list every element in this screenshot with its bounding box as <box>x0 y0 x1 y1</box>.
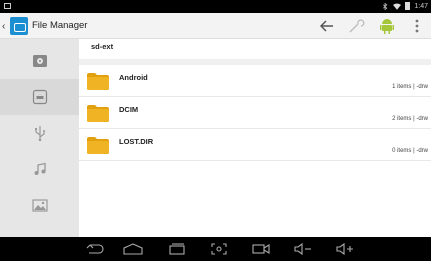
notification-icon <box>4 3 11 9</box>
file-name: DCIM <box>119 105 139 114</box>
settings-wrench-icon[interactable] <box>349 18 365 34</box>
sidebar-item-images[interactable] <box>0 187 79 223</box>
file-row[interactable]: Android 1 items | -drw <box>79 65 431 97</box>
folder-icon <box>87 73 109 90</box>
file-row[interactable]: DCIM 2 items | -drw <box>79 97 431 129</box>
file-list-panel: sd-ext Android 1 items | -drw DCIM 2 ite… <box>79 39 431 237</box>
sidebar-item-usb[interactable] <box>0 115 79 151</box>
app-title: File Manager <box>32 20 88 31</box>
hard-drive-icon <box>32 55 47 67</box>
sidebar-item-sd-card[interactable] <box>0 79 79 115</box>
file-info: 0 items | -drw <box>392 148 428 154</box>
current-path: sd-ext <box>91 42 114 51</box>
status-time: 1:47 <box>414 2 428 10</box>
overflow-menu-icon[interactable] <box>409 18 425 34</box>
sidebar-item-internal-storage[interactable] <box>0 43 79 79</box>
status-bar: 1:47 <box>0 0 431 13</box>
folder-icon <box>87 105 109 122</box>
storage-sidebar <box>0 39 79 237</box>
system-nav-bar <box>0 237 431 261</box>
file-name: Android <box>119 73 148 82</box>
recents-icon[interactable] <box>166 241 188 257</box>
action-bar: ‹ File Manager <box>0 13 431 39</box>
android-icon[interactable] <box>379 18 395 34</box>
usb-icon <box>34 126 45 141</box>
screenshot-icon[interactable] <box>208 241 230 257</box>
file-row[interactable]: LOST.DIR 0 items | -drw <box>79 129 431 161</box>
wifi-icon <box>393 3 402 10</box>
file-name: LOST.DIR <box>119 137 154 146</box>
back-icon[interactable] <box>84 241 106 257</box>
sidebar-item-music[interactable] <box>0 151 79 187</box>
image-icon <box>31 198 48 212</box>
file-info: 2 items | -drw <box>392 116 428 122</box>
file-manager-app-icon[interactable] <box>10 17 28 35</box>
bluetooth-icon <box>383 2 388 10</box>
battery-icon <box>405 2 411 10</box>
volume-up-icon[interactable] <box>334 241 356 257</box>
home-icon[interactable] <box>122 241 144 257</box>
status-icons: 1:47 <box>381 2 428 10</box>
volume-down-icon[interactable] <box>292 241 314 257</box>
up-caret-icon[interactable]: ‹ <box>2 21 5 32</box>
sd-card-icon <box>32 89 47 105</box>
music-icon <box>34 162 46 175</box>
back-arrow-icon[interactable] <box>319 18 335 34</box>
file-info: 1 items | -drw <box>392 84 428 90</box>
folder-icon <box>87 137 109 154</box>
camera-icon[interactable] <box>250 241 272 257</box>
